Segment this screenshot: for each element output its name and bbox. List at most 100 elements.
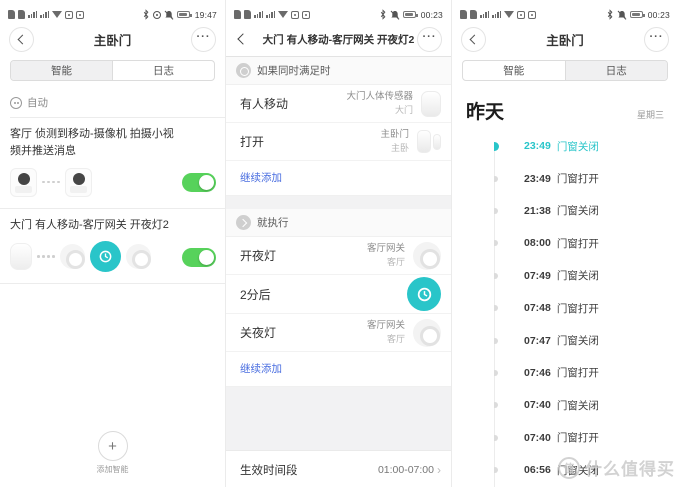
log-event: 门窗关闭 xyxy=(556,270,599,283)
bluetooth-icon xyxy=(607,9,613,20)
bluetooth-icon xyxy=(380,9,386,20)
device-info: 客厅网关 客厅 xyxy=(367,243,405,268)
log-event: 门窗打开 xyxy=(556,173,599,186)
device-info: 主卧门 主卧 xyxy=(380,129,409,154)
back-button[interactable] xyxy=(237,33,249,45)
log-time: 07:40 xyxy=(524,399,551,412)
app-badge-icon xyxy=(528,10,536,19)
tab-smart[interactable]: 智能 xyxy=(463,61,566,80)
signal-bars-icon xyxy=(480,10,489,19)
camera-device-icon xyxy=(10,167,37,197)
action-label: 2分后 xyxy=(240,287,271,302)
sim1-icon xyxy=(234,10,241,19)
nav-bar: 主卧门 ··· xyxy=(0,24,225,54)
log-timeline: 23:49 门窗关闭 23:49 门窗打开 21:38 门窗关闭 08:00 门窗打开 … xyxy=(494,130,678,487)
device-room: 客厅 xyxy=(386,256,405,267)
wifi-icon xyxy=(278,11,288,18)
automation-toggle[interactable] xyxy=(182,173,216,192)
action-label: 开夜灯 xyxy=(240,249,277,263)
wifi-icon xyxy=(52,11,62,18)
sim2-icon xyxy=(244,10,251,19)
section-automation: 自动 xyxy=(10,95,215,110)
battery-icon xyxy=(176,11,192,18)
effective-period-value: 01:00-07:00 xyxy=(377,464,434,476)
condition-label: 有人移动 xyxy=(240,97,289,111)
action-header-label: 就执行 xyxy=(257,217,289,229)
middle-phone-panel: 00:23 大门 有人移动-客厅网关 开夜灯2 ··· 如果同时满足时 有人移动… xyxy=(226,0,452,487)
camera-device-icon xyxy=(64,167,92,197)
timeline-dot-icon xyxy=(494,402,498,409)
gateway-device-icon xyxy=(413,318,441,347)
automation-item-nightlight[interactable]: 大门 有人移动-客厅网关 开夜灯2 xyxy=(0,209,225,284)
watermark-logo-icon: 值 xyxy=(558,456,580,479)
tab-log[interactable]: 日志 xyxy=(113,61,214,80)
timeline-dot-icon xyxy=(494,337,498,344)
timer-icon xyxy=(89,241,121,272)
plus-icon: + xyxy=(108,437,117,455)
log-day-header: 昨天 星期三 xyxy=(452,81,678,130)
log-time: 08:00 xyxy=(524,237,551,250)
status-bar: 00:23 xyxy=(452,0,678,22)
tab-smart[interactable]: 智能 xyxy=(11,61,113,80)
log-time: 07:47 xyxy=(524,334,551,347)
log-entry: 21:38 门窗关闭 xyxy=(494,195,678,227)
status-right-icons: 00:23 xyxy=(379,9,443,20)
add-action-link[interactable]: 继续添加 xyxy=(226,352,451,387)
signal-bars-icon xyxy=(492,10,501,19)
signal-bars-icon xyxy=(254,10,263,19)
sim1-icon xyxy=(8,10,15,19)
action-row-light-off[interactable]: 关夜灯 客厅网关 客厅 xyxy=(226,314,451,352)
automation-title: 大门 有人移动-客厅网关 开夜灯2 xyxy=(10,219,169,231)
condition-row-open[interactable]: 打开 主卧门 主卧 xyxy=(226,123,451,161)
log-event: 门窗打开 xyxy=(556,432,599,445)
mute-icon xyxy=(164,10,174,20)
log-time: 23:49 xyxy=(524,140,551,153)
vpn-icon xyxy=(517,10,525,19)
log-entry: 08:00 门窗打开 xyxy=(494,227,678,259)
log-event: 门窗关闭 xyxy=(556,205,599,218)
left-phone-panel: 19:47 主卧门 ··· 智能 日志 自动 客厅 侦测到移动-摄像机 拍摄小视… xyxy=(0,0,226,487)
timer-icon xyxy=(407,277,441,311)
effective-period-row[interactable]: 生效时间段 01:00-07:00 › xyxy=(226,450,451,487)
device-name: 主卧门 xyxy=(380,129,409,141)
add-condition-link[interactable]: 继续添加 xyxy=(226,161,451,196)
status-right-icons: 19:47 xyxy=(142,9,217,20)
chevron-left-icon xyxy=(17,34,28,44)
condition-section-header: 如果同时满足时 xyxy=(226,57,451,85)
action-row-delay[interactable]: 2分后 xyxy=(226,275,451,314)
action-row-light-on[interactable]: 开夜灯 客厅网关 客厅 xyxy=(226,237,451,275)
timeline-dot-icon xyxy=(494,467,498,474)
gateway-device-icon xyxy=(413,241,441,270)
log-entry: 23:49 门窗打开 xyxy=(494,162,678,194)
tab-log[interactable]: 日志 xyxy=(565,61,667,80)
page-title: 主卧门 xyxy=(93,33,132,48)
automation-toggle[interactable] xyxy=(182,247,216,267)
condition-row-motion[interactable]: 有人移动 大门人体传感器 大门 xyxy=(226,85,451,123)
bluetooth-icon xyxy=(143,9,149,20)
body-sensor-device-icon xyxy=(421,90,441,117)
timeline-dot-icon xyxy=(494,240,498,247)
screenshot-root: 19:47 主卧门 ··· 智能 日志 自动 客厅 侦测到移动-摄像机 拍摄小视… xyxy=(0,0,680,487)
log-event: 门窗关闭 xyxy=(556,335,599,348)
mute-icon xyxy=(617,10,627,20)
clock-text: 00:23 xyxy=(647,9,670,20)
more-button[interactable]: ··· xyxy=(417,26,442,52)
page-title: 大门 有人移动-客厅网关 开夜灯2 xyxy=(262,33,415,46)
condition-header-label: 如果同时满足时 xyxy=(257,65,331,77)
chevron-left-icon xyxy=(469,34,480,44)
log-event: 门窗打开 xyxy=(556,367,599,380)
status-left-icons xyxy=(8,10,84,19)
right-phone-panel: 00:23 主卧门 ··· 智能 日志 昨天 星期三 23:49 门窗关闭 23:… xyxy=(452,0,678,487)
more-button[interactable]: ··· xyxy=(191,26,216,52)
automation-item-camera[interactable]: 客厅 侦测到移动-摄像机 拍摄小视频并推送消息 xyxy=(0,118,225,209)
log-event: 门窗关闭 xyxy=(556,399,599,412)
back-button[interactable] xyxy=(9,26,34,52)
status-left-icons xyxy=(234,10,310,19)
device-room: 大门 xyxy=(394,104,413,115)
back-button[interactable] xyxy=(461,26,486,52)
more-button[interactable]: ··· xyxy=(644,26,669,52)
timeline-dot-icon xyxy=(494,207,498,214)
add-button[interactable]: + xyxy=(97,431,128,461)
log-entry: 07:40 门窗打开 xyxy=(494,422,678,454)
log-time: 07:46 xyxy=(524,366,551,379)
